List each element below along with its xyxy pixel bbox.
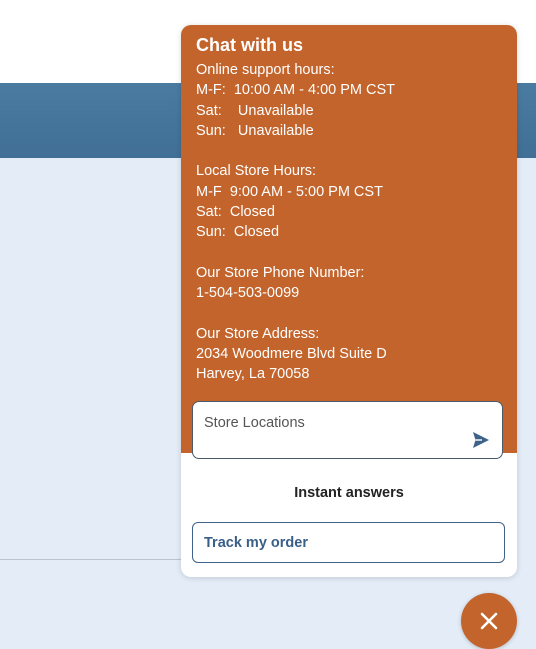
close-icon <box>480 612 498 630</box>
info-line: Sun: Unavailable <box>196 122 314 139</box>
message-input[interactable] <box>204 412 464 434</box>
store-phone-number: 1-504-503-0099 <box>196 285 300 302</box>
send-icon <box>473 432 489 448</box>
send-button[interactable] <box>470 430 492 452</box>
info-line: Sat: Unavailable <box>196 102 314 119</box>
close-chat-button[interactable] <box>461 593 517 649</box>
info-line: Online support hours: <box>196 62 335 78</box>
store-address-line: Harvey, La 70058 <box>196 366 310 383</box>
info-line: M-F 9:00 AM - 5:00 PM CST <box>196 183 383 200</box>
info-line: Local Store Hours: <box>196 163 317 180</box>
chat-widget-panel: Chat with us Online support hours: M-F: … <box>181 25 517 577</box>
message-box <box>192 401 503 459</box>
info-line: Our Store Address: <box>196 325 320 342</box>
info-line: Our Store Phone Number: <box>196 264 365 281</box>
page-divider <box>0 559 200 560</box>
info-line: Sun: Closed <box>196 224 280 241</box>
chat-info-text: Online support hours: M-F: 10:00 AM - 4:… <box>196 60 506 385</box>
chat-title: Chat with us <box>196 35 303 55</box>
instant-answers-heading: Instant answers <box>294 485 404 501</box>
info-line: M-F: 10:00 AM - 4:00 PM CST <box>196 82 396 99</box>
chat-header: Chat with us Online support hours: M-F: … <box>181 25 517 453</box>
store-address-line: 2034 Woodmere Blvd Suite D <box>196 346 387 363</box>
track-order-button[interactable]: Track my order <box>192 522 505 563</box>
info-line: Sat: Closed <box>196 204 275 221</box>
